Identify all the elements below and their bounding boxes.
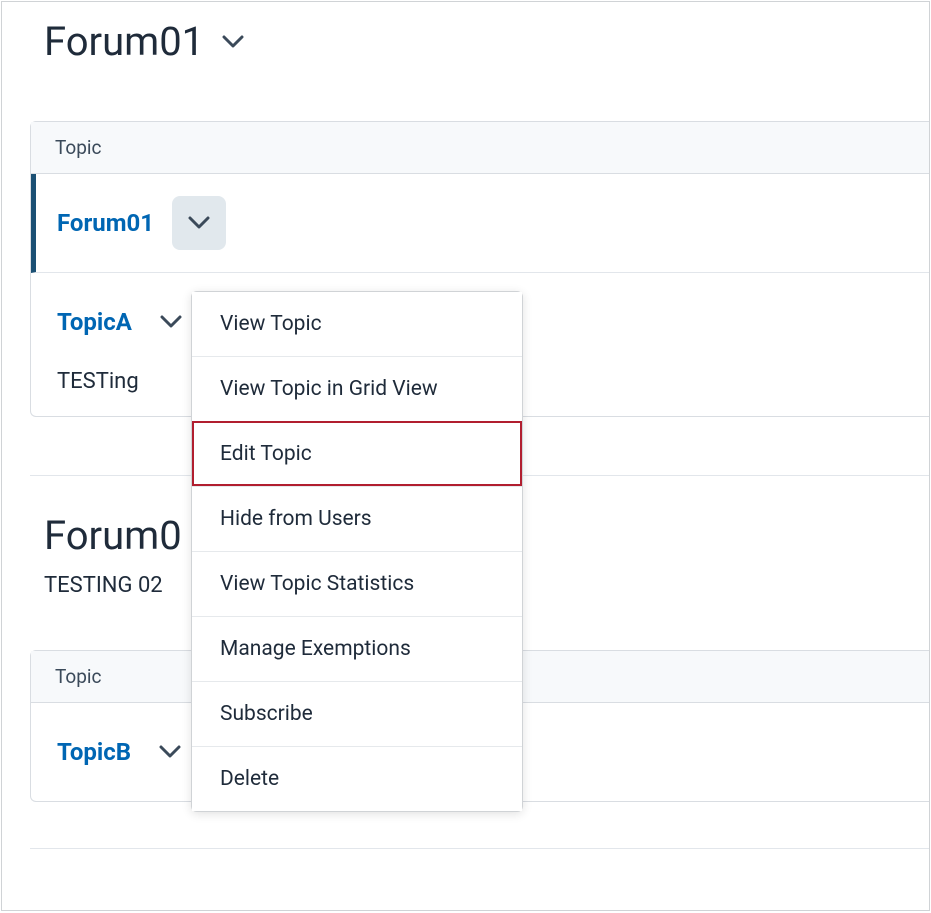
menu-item-subscribe[interactable]: Subscribe bbox=[192, 681, 522, 746]
topic-link[interactable]: TopicB bbox=[57, 738, 131, 766]
chevron-down-icon[interactable] bbox=[222, 35, 244, 49]
menu-item-hide[interactable]: Hide from Users bbox=[192, 486, 522, 551]
menu-item-view-topic[interactable]: View Topic bbox=[192, 292, 522, 356]
menu-item-stats[interactable]: View Topic Statistics bbox=[192, 551, 522, 616]
menu-item-edit-topic[interactable]: Edit Topic bbox=[192, 421, 522, 486]
chevron-down-icon bbox=[188, 216, 210, 230]
menu-item-view-grid[interactable]: View Topic in Grid View bbox=[192, 356, 522, 421]
menu-item-delete[interactable]: Delete bbox=[192, 746, 522, 811]
topic-link[interactable]: Forum01 bbox=[57, 209, 154, 237]
chevron-down-icon bbox=[160, 315, 182, 329]
forum-title: Forum01 bbox=[44, 18, 204, 65]
topic-actions-button[interactable] bbox=[172, 196, 226, 250]
context-menu: View Topic View Topic in Grid View Edit … bbox=[191, 291, 523, 812]
divider bbox=[30, 848, 929, 849]
chevron-down-icon bbox=[159, 745, 181, 759]
forum-title: Forum0 bbox=[44, 512, 182, 559]
topic-link-row: Forum01 bbox=[57, 196, 929, 250]
menu-item-exemptions[interactable]: Manage Exemptions bbox=[192, 616, 522, 681]
topic-column-header: Topic bbox=[31, 122, 929, 174]
topic-actions-button[interactable] bbox=[143, 725, 197, 779]
topic-link[interactable]: TopicA bbox=[57, 308, 132, 336]
topic-row: Forum01 bbox=[31, 174, 929, 273]
page-container: Forum01 Topic Forum01 Topic bbox=[1, 1, 930, 911]
forum-title-row: Forum01 bbox=[2, 2, 929, 71]
topic-actions-button[interactable] bbox=[144, 295, 198, 349]
